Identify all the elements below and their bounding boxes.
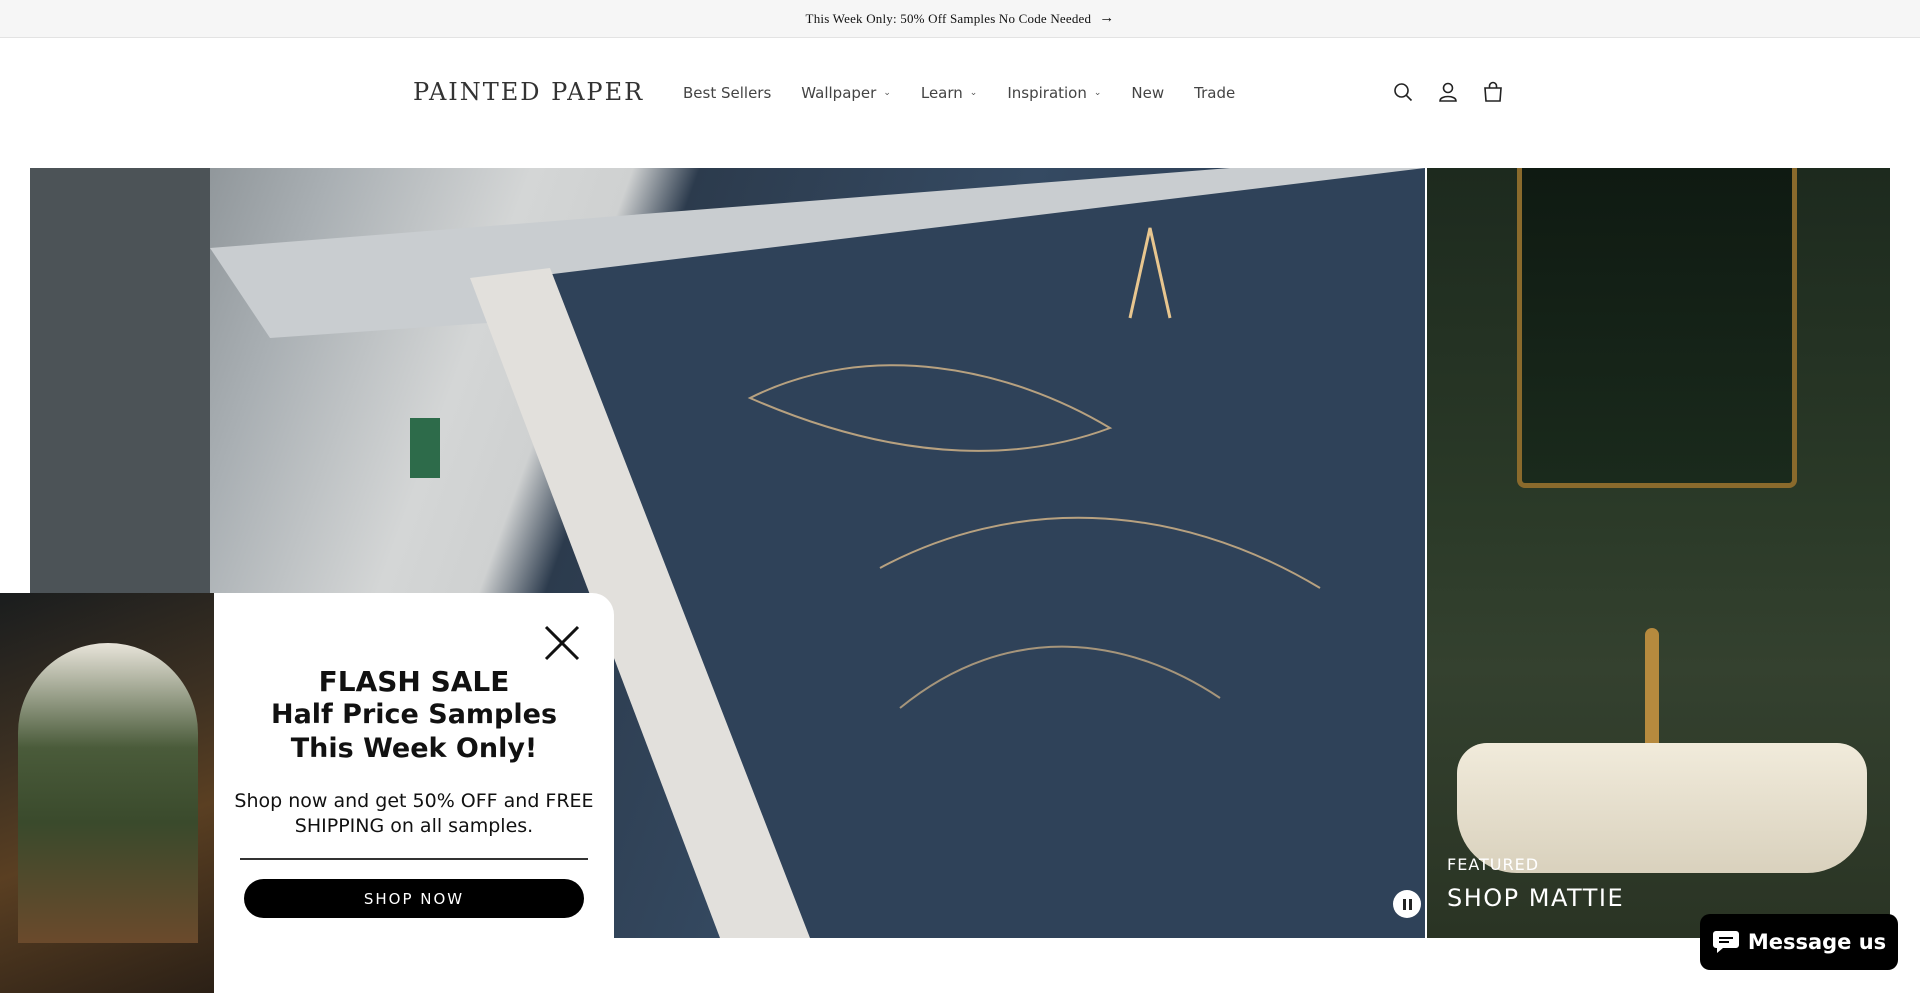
faucet-illustration: [1645, 628, 1659, 753]
featured-title-link[interactable]: SHOP MATTIE: [1447, 884, 1624, 912]
cart-icon[interactable]: [1480, 79, 1506, 105]
chat-bubble-icon: [1712, 931, 1739, 953]
site-header: PAINTED PAPER Best Sellers Wallpaper ⌄ L…: [0, 38, 1920, 148]
popup-heading-2: Half Price Samples: [270, 699, 558, 730]
arrow-right-icon: →: [1099, 10, 1115, 26]
nav-wallpaper[interactable]: Wallpaper ⌄: [801, 84, 891, 102]
nav-label: Trade: [1194, 84, 1236, 102]
nav-label: Best Sellers: [683, 84, 772, 102]
nav-label: Learn: [920, 84, 963, 102]
popup-heading-3: This Week Only!: [290, 733, 538, 764]
search-icon[interactable]: [1390, 79, 1416, 105]
main-nav: Best Sellers Wallpaper ⌄ Learn ⌄ Inspira…: [683, 84, 1265, 102]
nav-label: Wallpaper: [801, 84, 877, 102]
mirror-illustration: [1517, 168, 1797, 488]
popup-image: [0, 593, 214, 993]
nav-best-sellers[interactable]: Best Sellers: [683, 84, 771, 102]
nav-label: New: [1131, 84, 1165, 102]
nav-label: Inspiration: [1007, 84, 1087, 102]
account-icon[interactable]: [1435, 79, 1461, 105]
close-icon[interactable]: [542, 623, 582, 663]
chevron-down-icon: ⌄: [883, 88, 891, 98]
shop-now-button[interactable]: SHOP NOW: [244, 879, 584, 918]
featured-label: FEATURED: [1447, 855, 1540, 874]
nav-trade[interactable]: Trade: [1194, 84, 1235, 102]
chevron-down-icon: ⌄: [1093, 88, 1102, 98]
chevron-down-icon: ⌄: [969, 88, 978, 98]
site-logo[interactable]: PAINTED PAPER: [413, 78, 644, 106]
popup-body: Shop now and get 50% OFF and FREE SHIPPI…: [234, 790, 594, 837]
header-icons: [1390, 79, 1506, 105]
flash-sale-popup: FLASH SALE Half Price Samples This Week …: [214, 593, 614, 993]
featured-slide-image[interactable]: FEATURED SHOP MATTIE: [1427, 168, 1890, 938]
popup-divider: [240, 858, 588, 860]
message-us-label: Message us: [1747, 930, 1887, 954]
nav-new[interactable]: New: [1131, 84, 1164, 102]
kitchen-doorway-illustration: [18, 643, 198, 943]
slideshow-pause-button[interactable]: [1393, 890, 1421, 918]
nav-learn[interactable]: Learn ⌄: [921, 84, 977, 102]
popup-heading-1: FLASH SALE: [318, 665, 510, 698]
nav-inspiration[interactable]: Inspiration ⌄: [1007, 84, 1101, 102]
pause-icon: [1402, 898, 1406, 910]
pause-icon: [1408, 898, 1412, 910]
announcement-text[interactable]: This Week Only: 50% Off Samples No Code …: [806, 11, 1092, 27]
sink-illustration: [1457, 743, 1867, 873]
message-us-button[interactable]: Message us: [1700, 914, 1898, 970]
announcement-bar[interactable]: This Week Only: 50% Off Samples No Code …: [0, 0, 1920, 38]
